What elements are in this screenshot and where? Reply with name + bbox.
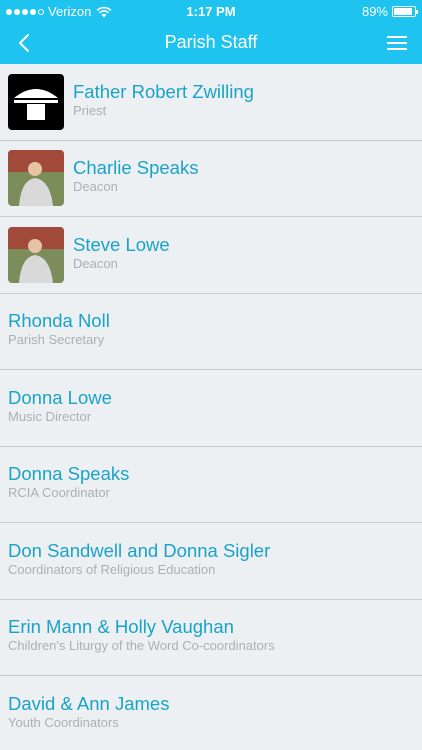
staff-row[interactable]: Donna Speaks RCIA Coordinator [0, 447, 422, 523]
staff-text: Rhonda Noll Parish Secretary [8, 310, 110, 348]
battery-percent: 89% [361, 4, 388, 19]
hamburger-menu-icon[interactable] [384, 31, 410, 55]
staff-photo [8, 226, 64, 283]
staff-role: Music Director [8, 408, 92, 424]
staff-row[interactable]: Erin Mann & Holly Vaughan Children's Litu… [0, 600, 422, 676]
staff-role: Deacon [73, 179, 118, 195]
staff-name: Rhonda Noll [8, 310, 110, 332]
staff-photo [8, 150, 64, 207]
battery-level [394, 8, 412, 15]
staff-role: RCIA Coordinator [8, 485, 110, 501]
staff-role: Youth Coordinators [8, 714, 119, 730]
staff-name: Donna Lowe [8, 386, 112, 408]
staff-name: Erin Mann & Holly Vaughan [8, 616, 234, 638]
staff-name: Don Sandwell and Donna Sigler [8, 539, 271, 561]
staff-name: Charlie Speaks [73, 157, 199, 179]
status-bar: Verizon 1:17 PM 89% [0, 0, 422, 22]
status-right: 89% [361, 4, 418, 19]
staff-text: Don Sandwell and Donna Sigler Coordinator… [8, 540, 270, 578]
staff-role: Coordinators of Religious Education [8, 561, 216, 577]
staff-row[interactable]: Donna Lowe Music Director [0, 370, 422, 447]
parish-logo-icon [8, 73, 64, 130]
staff-row[interactable]: Rhonda Noll Parish Secretary [0, 294, 422, 370]
staff-list: Father Robert Zwilling Priest Charlie Spea… [0, 64, 422, 750]
staff-role: Children's Liturgy of the Word Co-coordi… [8, 638, 275, 654]
staff-row[interactable]: Charlie Speaks Deacon [0, 141, 422, 217]
staff-text: Father Robert Zwilling Priest [73, 81, 254, 119]
staff-role: Priest [73, 102, 107, 118]
staff-text: Charlie Speaks Deacon [73, 157, 198, 195]
battery-icon [392, 6, 418, 17]
clock: 1:17 PM [186, 4, 236, 19]
staff-row[interactable]: Father Robert Zwilling Priest [0, 64, 422, 141]
staff-name: Donna Speaks [8, 463, 130, 485]
staff-text: Donna Lowe Music Director [8, 387, 112, 425]
nav-bar: Parish Staff [0, 22, 422, 64]
staff-name: David & Ann James [8, 692, 170, 714]
staff-row[interactable]: Don Sandwell and Donna Sigler Coordinator… [0, 523, 422, 600]
staff-text: Steve Lowe Deacon [73, 234, 170, 272]
staff-text: David & Ann James Youth Coordinators [8, 693, 169, 731]
staff-role: Parish Secretary [8, 332, 105, 348]
staff-text: Donna Speaks RCIA Coordinator [8, 463, 129, 501]
staff-name: Steve Lowe [73, 233, 170, 255]
staff-name: Father Robert Zwilling [73, 80, 254, 102]
staff-role: Deacon [73, 255, 118, 271]
staff-row[interactable]: Steve Lowe Deacon [0, 217, 422, 294]
page-title: Parish Staff [164, 32, 258, 52]
staff-row[interactable]: David & Ann James Youth Coordinators [0, 676, 422, 750]
staff-text: Erin Mann & Holly Vaughan Children's Litu… [8, 616, 275, 654]
